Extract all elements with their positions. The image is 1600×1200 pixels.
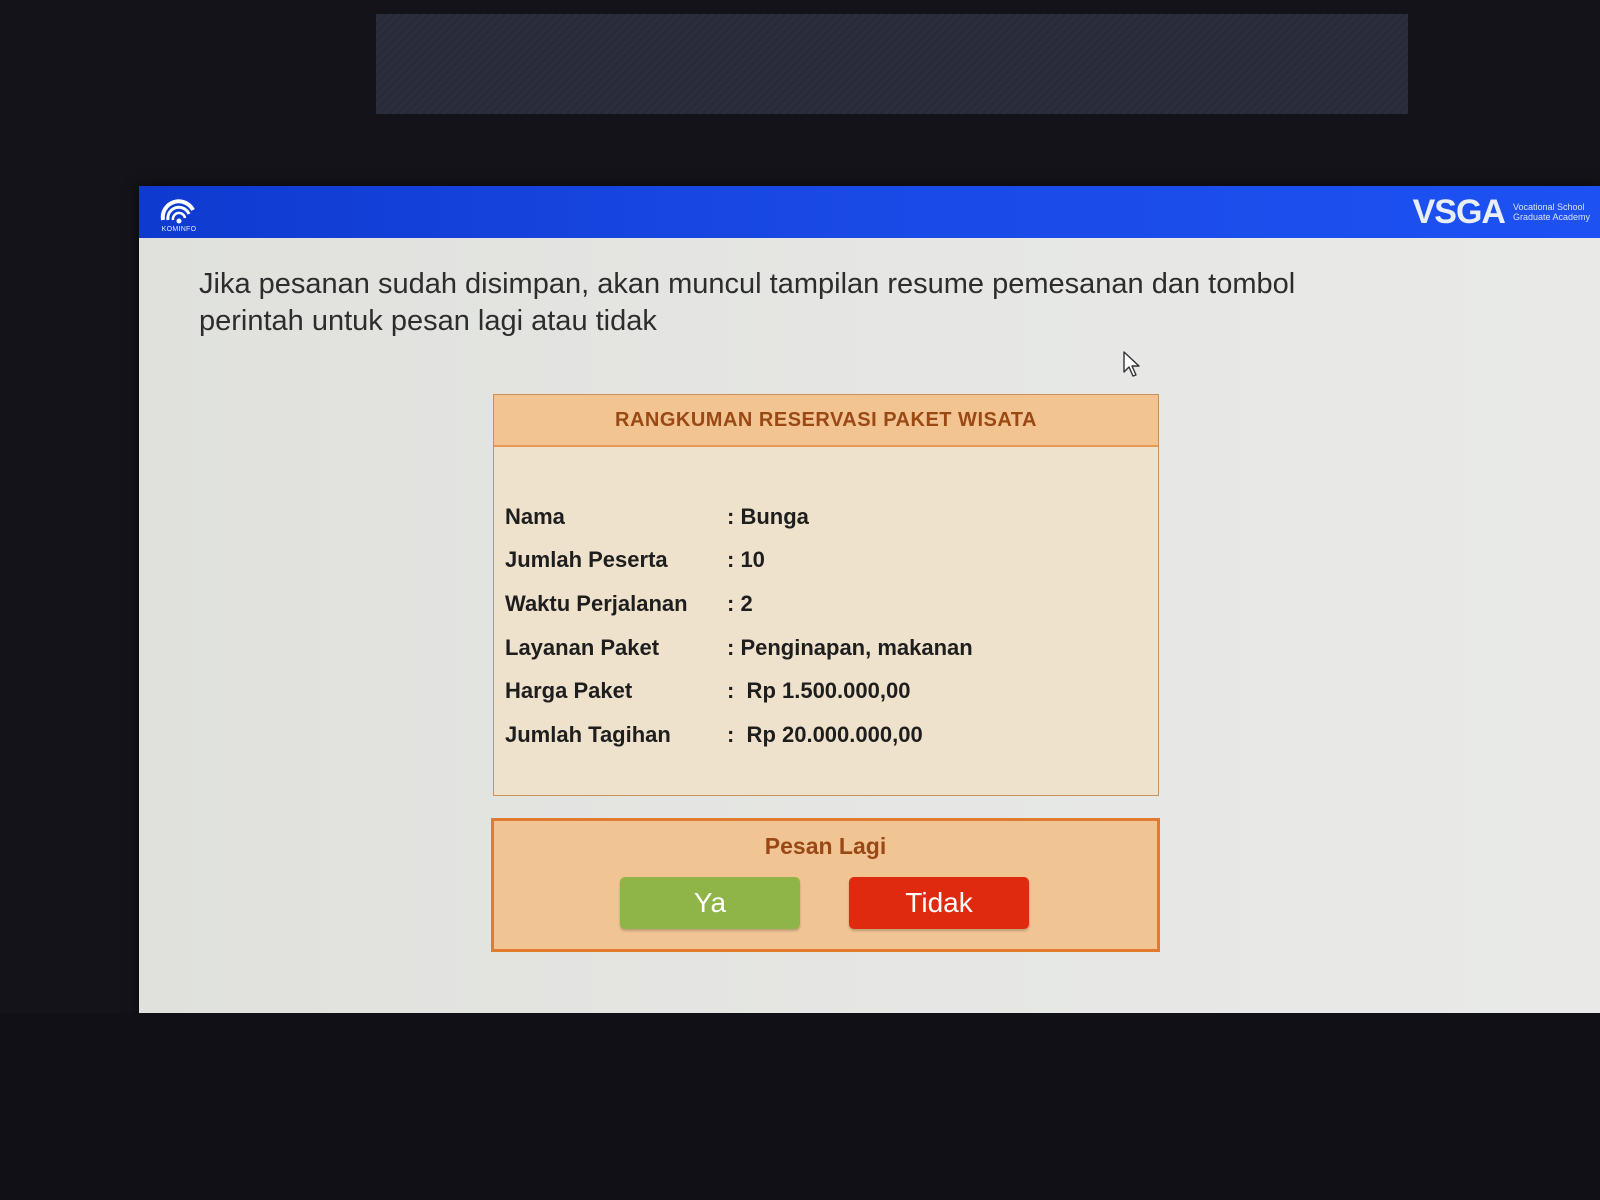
- brand-subtitle-line-1: Vocational School: [1512, 202, 1585, 212]
- row-label: Nama: [505, 503, 565, 529]
- row-value: : 2: [727, 590, 753, 616]
- summary-row-nama: Nama : Bunga: [505, 495, 973, 539]
- row-label: Jumlah Peserta: [505, 547, 668, 573]
- background-window-strip: [376, 14, 1408, 114]
- row-value: : 10: [727, 547, 765, 573]
- brand-subtitle: Vocational School Graduate Academy: [1513, 202, 1590, 222]
- slide-header-bar: KOMINFO VSGA Vocational School Graduate …: [139, 186, 1600, 238]
- reservation-summary-panel: RANGKUMAN RESERVASI PAKET WISATA Nama : …: [493, 394, 1159, 796]
- vsga-brand: VSGA Vocational School Graduate Academy: [1413, 192, 1590, 232]
- brand-subtitle-line-2: Graduate Academy: [1512, 212, 1590, 222]
- summary-rows: Nama : Bunga Jumlah Peserta : 10 Waktu P…: [505, 495, 973, 757]
- summary-row-layanan-paket: Layanan Paket : Penginapan, makanan: [505, 626, 973, 670]
- kominfo-logo-icon: [160, 199, 195, 224]
- summary-row-waktu-perjalanan: Waktu Perjalanan : 2: [505, 582, 973, 626]
- summary-row-jumlah-tagihan: Jumlah Tagihan : Rp 20.000.000,00: [505, 713, 973, 757]
- row-label: Layanan Paket: [505, 634, 660, 660]
- row-value: : Penginapan, makanan: [727, 634, 973, 660]
- monitor-bezel-bottom: [0, 1013, 1600, 1200]
- summary-title: RANGKUMAN RESERVASI PAKET WISATA: [494, 395, 1158, 447]
- row-label: Jumlah Tagihan: [505, 721, 671, 747]
- order-again-prompt: Pesan Lagi: [764, 833, 887, 859]
- mouse-pointer-icon: [1123, 351, 1140, 377]
- row-value: : Bunga: [727, 503, 809, 529]
- no-button[interactable]: Tidak: [849, 877, 1029, 929]
- row-value: : Rp 1.500.000,00: [727, 678, 911, 704]
- summary-row-jumlah-peserta: Jumlah Peserta : 10: [505, 539, 973, 583]
- order-again-panel: Pesan Lagi Ya Tidak: [491, 818, 1160, 952]
- brand-name: VSGA: [1412, 192, 1506, 231]
- row-value: : Rp 20.000.000,00: [727, 721, 923, 747]
- logo-caption: KOMINFO: [161, 226, 197, 233]
- instruction-text: Jika pesanan sudah disimpan, akan muncul…: [199, 268, 1296, 337]
- kominfo-logo: KOMINFO: [157, 190, 201, 234]
- row-label: Waktu Perjalanan: [505, 590, 688, 616]
- yes-button[interactable]: Ya: [620, 877, 800, 929]
- presentation-slide: KOMINFO VSGA Vocational School Graduate …: [139, 186, 1600, 1013]
- summary-row-harga-paket: Harga Paket : Rp 1.500.000,00: [505, 669, 973, 713]
- row-label: Harga Paket: [505, 678, 633, 704]
